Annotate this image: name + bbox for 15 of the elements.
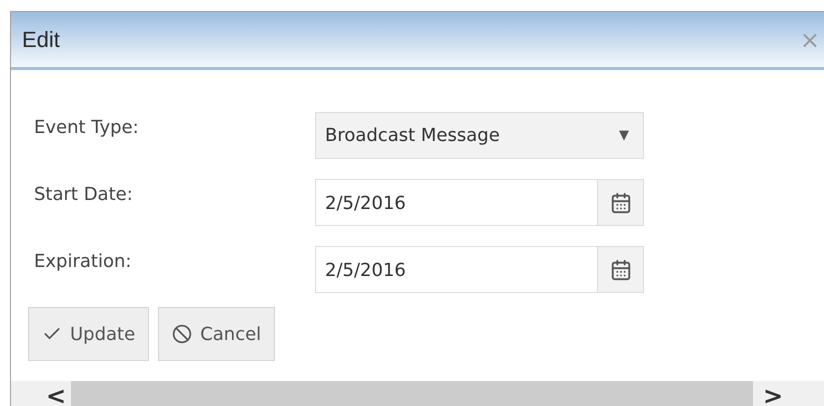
calendar-icon xyxy=(610,192,632,214)
scroll-right-button[interactable]: > xyxy=(753,378,793,406)
cancel-icon xyxy=(172,324,192,344)
date-field[interactable]: 2/5/2016 xyxy=(315,179,644,226)
calendar-icon xyxy=(610,258,632,280)
field-label: Expiration: xyxy=(34,250,132,274)
scrollbar-thumb[interactable] xyxy=(71,381,753,406)
scroll-left-button[interactable]: < xyxy=(41,378,71,406)
update-button[interactable]: Update xyxy=(28,307,150,361)
date-field[interactable]: 2/5/2016 xyxy=(315,246,644,293)
field-label: Event Type: xyxy=(34,116,140,140)
dropdown-field[interactable]: Broadcast Message ▼ xyxy=(315,112,644,159)
field-label: Start Date: xyxy=(34,183,134,207)
cancel-button[interactable]: Cancel xyxy=(158,307,276,361)
window-title: Edit xyxy=(22,26,60,54)
